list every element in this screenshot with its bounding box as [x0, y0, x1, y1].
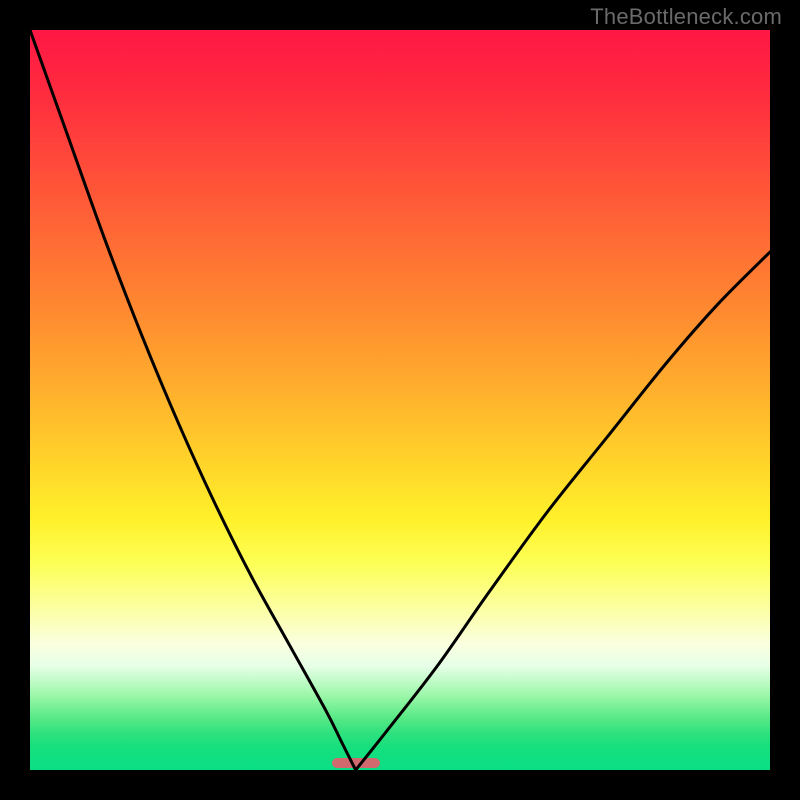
outer-frame: TheBottleneck.com [0, 0, 800, 800]
curve-svg [30, 30, 770, 770]
curve-left [30, 30, 356, 770]
plot-area [30, 30, 770, 770]
curve-right [356, 252, 770, 770]
watermark-text: TheBottleneck.com [590, 4, 782, 30]
